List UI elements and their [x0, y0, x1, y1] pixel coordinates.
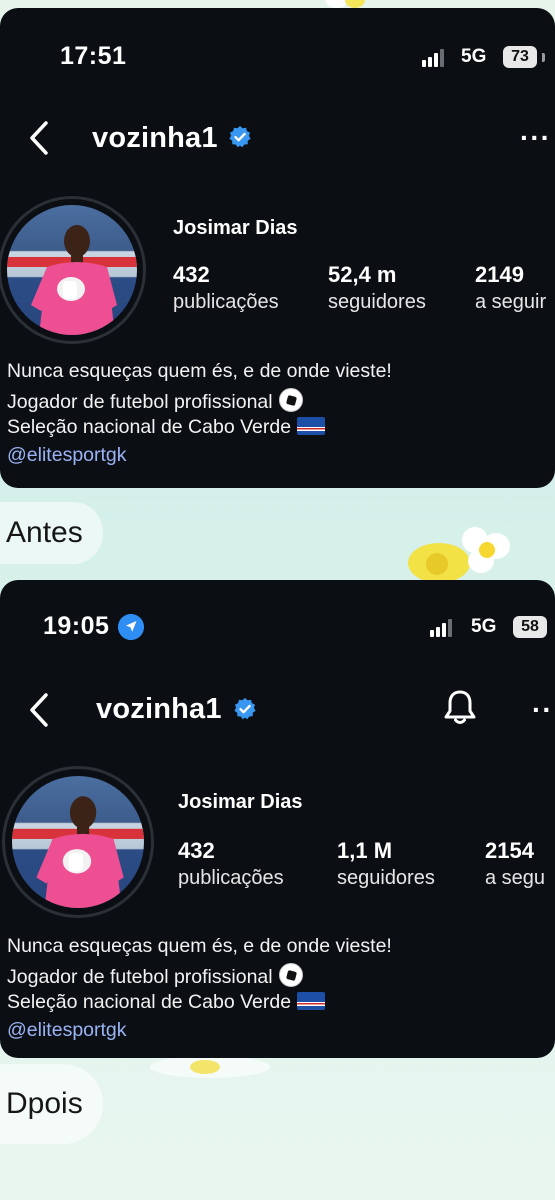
- bio-mention-link[interactable]: @elitesportgk: [7, 444, 127, 467]
- bio-line-1: Nunca esqueças quem és, e de onde vieste…: [7, 360, 392, 382]
- username: vozinha1: [92, 122, 218, 154]
- profile-full-name: Josimar Dias: [178, 791, 303, 813]
- profile-full-name: Josimar Dias: [173, 217, 298, 239]
- stat-following-value[interactable]: 2154: [485, 838, 534, 864]
- bio-line-3: Seleção nacional de Cabo Verde: [7, 991, 326, 1014]
- stat-following-value[interactable]: 2149: [475, 262, 524, 288]
- cape-verde-flag-icon: [297, 992, 326, 1010]
- bell-icon[interactable]: [443, 688, 477, 726]
- decorative-flower-middle: [400, 525, 530, 585]
- location-arrow-icon: [118, 614, 144, 640]
- stat-posts-value: 432: [173, 262, 210, 287]
- soccer-ball-icon: [278, 388, 303, 412]
- decorative-flower-bottom: [150, 1056, 270, 1086]
- soccer-ball-icon: [278, 963, 303, 987]
- verified-badge-icon: [234, 698, 256, 720]
- caption-after: Dpois: [0, 1064, 103, 1144]
- signal-icon: [422, 49, 444, 67]
- stat-posts-value: 432: [178, 838, 215, 863]
- network-label: 5G: [471, 616, 497, 637]
- stat-following-label[interactable]: a segu: [485, 867, 545, 890]
- bio-line-1: Nunca esqueças quem és, e de onde vieste…: [7, 935, 392, 957]
- battery-tip: [542, 53, 545, 62]
- stat-followers-value[interactable]: 52,4 m: [328, 262, 397, 288]
- username: vozinha1: [96, 693, 222, 725]
- status-bar: 17:51 5G 73: [0, 38, 555, 78]
- more-dots-icon[interactable]: ···: [520, 124, 551, 152]
- verified-badge-icon: [229, 126, 251, 148]
- stat-posts-label: publicações: [173, 291, 279, 313]
- profile-screenshot-before: 17:51 5G 73 vozinha1 ··· Josimar Dias 43…: [0, 8, 555, 488]
- avatar[interactable]: [12, 776, 144, 908]
- stat-followers-label[interactable]: seguidores: [337, 867, 435, 890]
- bio-line-2: Jogador de futebol profissional: [7, 388, 303, 414]
- battery-indicator: 58: [513, 616, 547, 638]
- caption-before: Antes: [0, 502, 103, 564]
- stat-posts-label: publicações: [178, 867, 284, 889]
- stat-following-label[interactable]: a seguir: [475, 291, 546, 314]
- avatar-photo: [7, 225, 137, 335]
- bio-line-3: Seleção nacional de Cabo Verde: [7, 416, 326, 439]
- status-time: 19:05: [43, 612, 110, 640]
- battery-indicator: 73: [503, 46, 537, 68]
- bio-mention-link[interactable]: @elitesportgk: [7, 1019, 127, 1042]
- bio-line-2: Jogador de futebol profissional: [7, 963, 303, 989]
- network-label: 5G: [461, 46, 487, 67]
- stat-followers-value[interactable]: 1,1 M: [337, 838, 392, 864]
- signal-icon: [430, 619, 452, 637]
- avatar-photo: [12, 796, 144, 908]
- avatar[interactable]: [7, 205, 137, 335]
- status-time: 17:51: [60, 42, 127, 70]
- chevron-left-icon[interactable]: [26, 118, 56, 158]
- cape-verde-flag-icon: [297, 417, 326, 435]
- more-dots-icon[interactable]: ··: [532, 696, 553, 724]
- chevron-left-icon[interactable]: [26, 690, 56, 730]
- profile-screenshot-after: 19:05 5G 58 vozinha1 ·· Josimar Dias 432…: [0, 580, 555, 1058]
- status-bar: 19:05 5G 58: [0, 608, 555, 648]
- stat-followers-label[interactable]: seguidores: [328, 291, 426, 314]
